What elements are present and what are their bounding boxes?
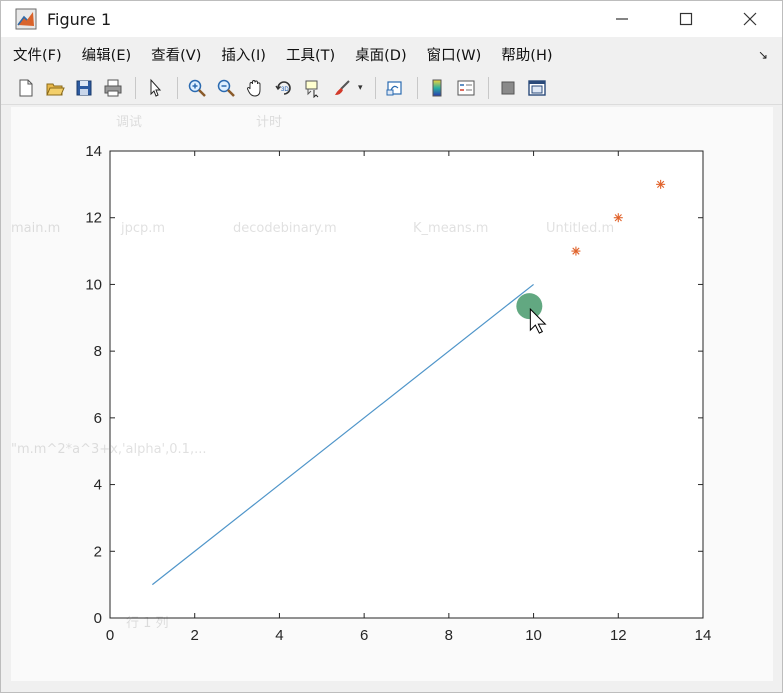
- show-plot-tools-icon: [527, 79, 546, 96]
- print-button[interactable]: [100, 75, 126, 101]
- window-title: Figure 1: [47, 9, 112, 29]
- save-button[interactable]: [71, 75, 97, 101]
- x-tick-label: 10: [525, 627, 542, 644]
- new-figure-icon: [19, 79, 33, 96]
- link-plot-button[interactable]: [382, 75, 408, 101]
- ghost-file-tab: decodebinary.m: [233, 221, 337, 236]
- rotate-3d-icon: 3D: [275, 80, 291, 95]
- menu-insert[interactable]: 插入(I): [219, 42, 268, 67]
- y-tick-label: 2: [94, 543, 102, 560]
- toolbar-separator: [487, 76, 489, 99]
- menu-view[interactable]: 查看(V): [149, 42, 203, 67]
- data-cursor-icon: [305, 80, 319, 98]
- toolbar-separator: [416, 76, 418, 99]
- y-tick-label: 12: [85, 210, 102, 227]
- ghost-file-tab: jpcp.m: [121, 221, 166, 236]
- ghost-status: 行 1 列: [126, 616, 169, 631]
- colorbar-icon: [432, 79, 442, 96]
- figure-toolbar: 3D ▾: [1, 71, 782, 105]
- maximize-button[interactable]: [654, 1, 718, 37]
- zoom-out-icon: [217, 79, 235, 97]
- show-plot-tools-button[interactable]: [524, 75, 550, 101]
- x-tick-label: 2: [191, 627, 199, 644]
- toolbar-separator: [374, 76, 376, 99]
- x-tick-label: 4: [275, 627, 283, 644]
- brush-button[interactable]: [329, 75, 355, 101]
- matlab-logo-icon: [15, 8, 37, 30]
- ghost-file-tab: Untitled.m: [546, 221, 615, 236]
- new-figure-button[interactable]: [13, 75, 39, 101]
- x-tick-label: 8: [445, 627, 453, 644]
- ghost-file-tab: K_means.m: [413, 221, 489, 236]
- y-tick-label: 0: [94, 610, 102, 627]
- x-tick-label: 12: [610, 627, 627, 644]
- star-marker: [571, 246, 581, 256]
- brush-dropdown-icon[interactable]: ▾: [358, 83, 363, 93]
- toolbar-separator: [177, 76, 178, 99]
- ghost-hint-debug: 调试: [116, 115, 143, 130]
- menu-edit[interactable]: 编辑(E): [80, 42, 133, 67]
- menu-help[interactable]: 帮助(H): [499, 42, 554, 67]
- x-tick-label: 6: [360, 627, 368, 644]
- figure-window: Figure 1 文件(F) 编辑(E) 查看(V) 插入(I) 工具(T) 桌…: [0, 0, 783, 693]
- star-marker: [613, 213, 623, 223]
- brush-icon: [335, 79, 350, 95]
- ghost-file-tab: main.m: [11, 221, 61, 236]
- open-file-button[interactable]: [42, 75, 68, 101]
- x-tick-label: 0: [106, 627, 114, 644]
- maximize-icon: [679, 12, 693, 26]
- pan-button[interactable]: [242, 75, 268, 101]
- hide-plot-tools-icon: [501, 81, 515, 94]
- rotate-3d-button[interactable]: 3D: [271, 75, 297, 101]
- y-tick-label: 8: [94, 343, 102, 360]
- x-tick-label: 14: [695, 627, 712, 644]
- data-cursor-button[interactable]: [300, 75, 326, 101]
- plot-svg: 0 2 4 6 8 10 12 14 0 2 4 6 8 10 12 14: [85, 143, 712, 644]
- star-marker: [656, 179, 666, 189]
- insert-legend-button[interactable]: [453, 75, 479, 101]
- menu-desktop[interactable]: 桌面(D): [353, 42, 408, 67]
- save-icon: [76, 80, 92, 95]
- figure-canvas[interactable]: 调试 计时 main.m jpcp.m decodebinary.m K_mea…: [11, 107, 773, 681]
- ghost-hint-timer: 计时: [256, 115, 283, 130]
- zoom-in-button[interactable]: [184, 75, 210, 101]
- y-tick-label: 6: [94, 410, 102, 427]
- hide-plot-tools-button[interactable]: [495, 75, 521, 101]
- minimize-button[interactable]: [590, 1, 654, 37]
- dock-arrow-icon[interactable]: ↘: [758, 48, 768, 62]
- print-icon: [104, 79, 122, 96]
- insert-colorbar-button[interactable]: [424, 75, 450, 101]
- edit-plot-button[interactable]: [142, 75, 168, 101]
- pointer-icon: [150, 78, 162, 97]
- minimize-icon: [616, 18, 628, 20]
- menu-bar: 文件(F) 编辑(E) 查看(V) 插入(I) 工具(T) 桌面(D) 窗口(W…: [1, 39, 782, 69]
- svg-text:3D: 3D: [281, 87, 289, 93]
- menu-window[interactable]: 窗口(W): [425, 42, 484, 67]
- window-controls: [590, 1, 782, 37]
- close-icon: [743, 12, 757, 26]
- close-button[interactable]: [718, 1, 782, 37]
- title-bar: Figure 1: [1, 1, 782, 37]
- link-plot-icon: [386, 80, 402, 95]
- menu-file[interactable]: 文件(F): [11, 42, 64, 67]
- ghost-code-line: "m.m^2*a^3+x,'alpha',0.1,...: [11, 442, 207, 457]
- zoom-in-icon: [188, 79, 206, 97]
- toolbar-separator: [135, 76, 136, 99]
- menu-tools[interactable]: 工具(T): [284, 42, 337, 67]
- y-tick-label: 10: [85, 276, 102, 293]
- zoom-out-button[interactable]: [213, 75, 239, 101]
- click-highlight-circle: [516, 293, 543, 320]
- pan-icon: [247, 79, 261, 96]
- y-tick-label: 4: [94, 477, 102, 494]
- y-tick-label: 14: [85, 143, 102, 160]
- open-file-icon: [46, 83, 65, 95]
- legend-icon: [457, 80, 475, 95]
